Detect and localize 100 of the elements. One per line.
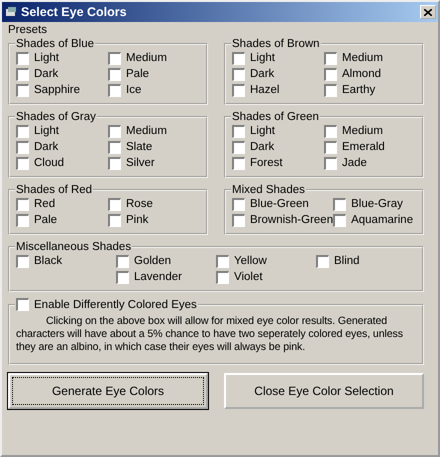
checkbox-label: Yellow <box>234 255 267 267</box>
action-button[interactable]: Generate Eye Colors <box>8 373 208 409</box>
checkbox-option[interactable]: Dark <box>16 66 58 82</box>
checkbox-option[interactable]: Light <box>232 123 275 139</box>
checkbox[interactable] <box>232 84 245 96</box>
checkbox-option[interactable]: Medium <box>324 50 383 66</box>
checkbox[interactable] <box>16 84 29 96</box>
checkbox-option[interactable]: Cloud <box>16 155 64 171</box>
checkbox[interactable] <box>232 68 245 80</box>
checkbox[interactable] <box>16 52 29 64</box>
checkbox-label: Pale <box>126 68 150 80</box>
close-button[interactable] <box>420 5 436 19</box>
checkbox-label: Emerald <box>342 141 385 153</box>
checkbox-option[interactable]: Earthy <box>324 82 376 98</box>
checkbox-option[interactable]: Medium <box>324 123 383 139</box>
checkbox-option[interactable]: Black <box>16 253 62 269</box>
checkbox[interactable] <box>324 84 337 96</box>
checkbox[interactable] <box>232 156 245 170</box>
checkbox-option[interactable]: Almond <box>324 66 381 82</box>
checkbox[interactable] <box>16 254 29 268</box>
checkbox[interactable] <box>108 52 121 64</box>
action-button[interactable]: Close Eye Color Selection <box>224 373 424 409</box>
checkbox[interactable] <box>16 298 29 311</box>
checkbox[interactable] <box>108 140 121 154</box>
checkbox-option[interactable]: Hazel <box>232 82 280 98</box>
checkbox[interactable] <box>108 84 121 96</box>
checkbox[interactable] <box>16 124 29 138</box>
checkbox-option[interactable]: Golden <box>116 253 172 269</box>
checkbox-option[interactable]: Enable Differently Colored Eyes <box>16 298 197 311</box>
checkbox[interactable] <box>216 270 229 284</box>
checkbox-option[interactable]: Pink <box>108 212 148 228</box>
checkbox-option[interactable]: Light <box>232 50 275 66</box>
checkbox-option[interactable]: Pale <box>16 212 58 228</box>
checkbox[interactable] <box>324 124 337 138</box>
checkbox[interactable] <box>16 214 29 226</box>
checkbox[interactable] <box>116 270 129 284</box>
checkbox[interactable] <box>333 198 346 210</box>
checkbox[interactable] <box>232 214 245 226</box>
checkbox-option[interactable]: Slate <box>108 139 152 155</box>
checkbox-label: Red <box>34 198 56 210</box>
checkbox[interactable] <box>324 140 337 154</box>
window-icon <box>5 6 17 18</box>
checkbox[interactable] <box>108 124 121 138</box>
checkbox-option[interactable]: Emerald <box>324 139 385 155</box>
checkbox-label: Rose <box>126 198 153 210</box>
checkbox-option[interactable]: Dark <box>232 139 274 155</box>
checkbox-option[interactable]: Rose <box>108 196 153 212</box>
checkbox-option[interactable]: Red <box>16 196 56 212</box>
checkbox[interactable] <box>333 214 346 226</box>
checkbox[interactable] <box>108 68 121 80</box>
checkbox-option[interactable]: Forest <box>232 155 283 171</box>
checkbox-option[interactable]: Blue-Gray <box>333 196 403 212</box>
checkbox-option[interactable]: Ice <box>108 82 142 98</box>
checkbox[interactable] <box>16 198 29 210</box>
checkbox-label: Pale <box>34 214 58 226</box>
checkbox-label: Enable Differently Colored Eyes <box>34 298 197 310</box>
checkbox-option[interactable]: Dark <box>16 139 58 155</box>
checkbox[interactable] <box>324 52 337 64</box>
checkbox-label: Jade <box>342 157 367 169</box>
checkbox-option[interactable]: Brownish-Green <box>232 212 334 228</box>
checkbox[interactable] <box>232 124 245 138</box>
checkbox[interactable] <box>232 198 245 210</box>
checkbox-option[interactable]: Aquamarine <box>333 212 414 228</box>
checkbox-option[interactable]: Pale <box>108 66 150 82</box>
checkbox[interactable] <box>324 156 337 170</box>
checkbox[interactable] <box>232 52 245 64</box>
checkbox-option[interactable]: Sapphire <box>16 82 80 98</box>
checkbox[interactable] <box>108 198 121 210</box>
checkbox[interactable] <box>324 68 337 80</box>
checkbox-label: Slate <box>126 141 152 153</box>
checkbox-label: Golden <box>134 255 172 267</box>
checkbox-option[interactable]: Violet <box>216 269 263 285</box>
checkbox[interactable] <box>16 156 29 170</box>
checkbox-option[interactable]: Blue-Green <box>232 196 309 212</box>
checkbox-option[interactable]: Medium <box>108 50 167 66</box>
checkbox-option[interactable]: Dark <box>232 66 274 82</box>
checkbox-label: Light <box>250 125 275 137</box>
checkbox-label: Medium <box>342 52 383 64</box>
checkbox-label: Pink <box>126 214 148 226</box>
checkbox[interactable] <box>16 140 29 154</box>
checkbox-option[interactable]: Silver <box>108 155 155 171</box>
checkbox-option[interactable]: Yellow <box>216 253 267 269</box>
checkbox[interactable] <box>108 156 121 170</box>
checkbox-label: Medium <box>342 125 383 137</box>
checkbox-option[interactable]: Jade <box>324 155 367 171</box>
checkbox-option[interactable]: Medium <box>108 123 167 139</box>
checkbox-label: Blue-Green <box>250 198 309 210</box>
checkbox-option[interactable]: Light <box>16 50 59 66</box>
window-title: Select Eye Colors <box>21 5 128 19</box>
checkbox[interactable] <box>16 68 29 80</box>
checkbox[interactable] <box>232 140 245 154</box>
checkbox-label: Sapphire <box>34 84 80 96</box>
checkbox[interactable] <box>316 254 329 268</box>
checkbox-option[interactable]: Light <box>16 123 59 139</box>
checkbox-option[interactable]: Blind <box>316 253 360 269</box>
checkbox[interactable] <box>116 254 129 268</box>
checkbox-option[interactable]: Lavender <box>116 269 182 285</box>
group-title: Shades of Green <box>231 111 320 123</box>
checkbox[interactable] <box>216 254 229 268</box>
checkbox[interactable] <box>108 214 121 226</box>
